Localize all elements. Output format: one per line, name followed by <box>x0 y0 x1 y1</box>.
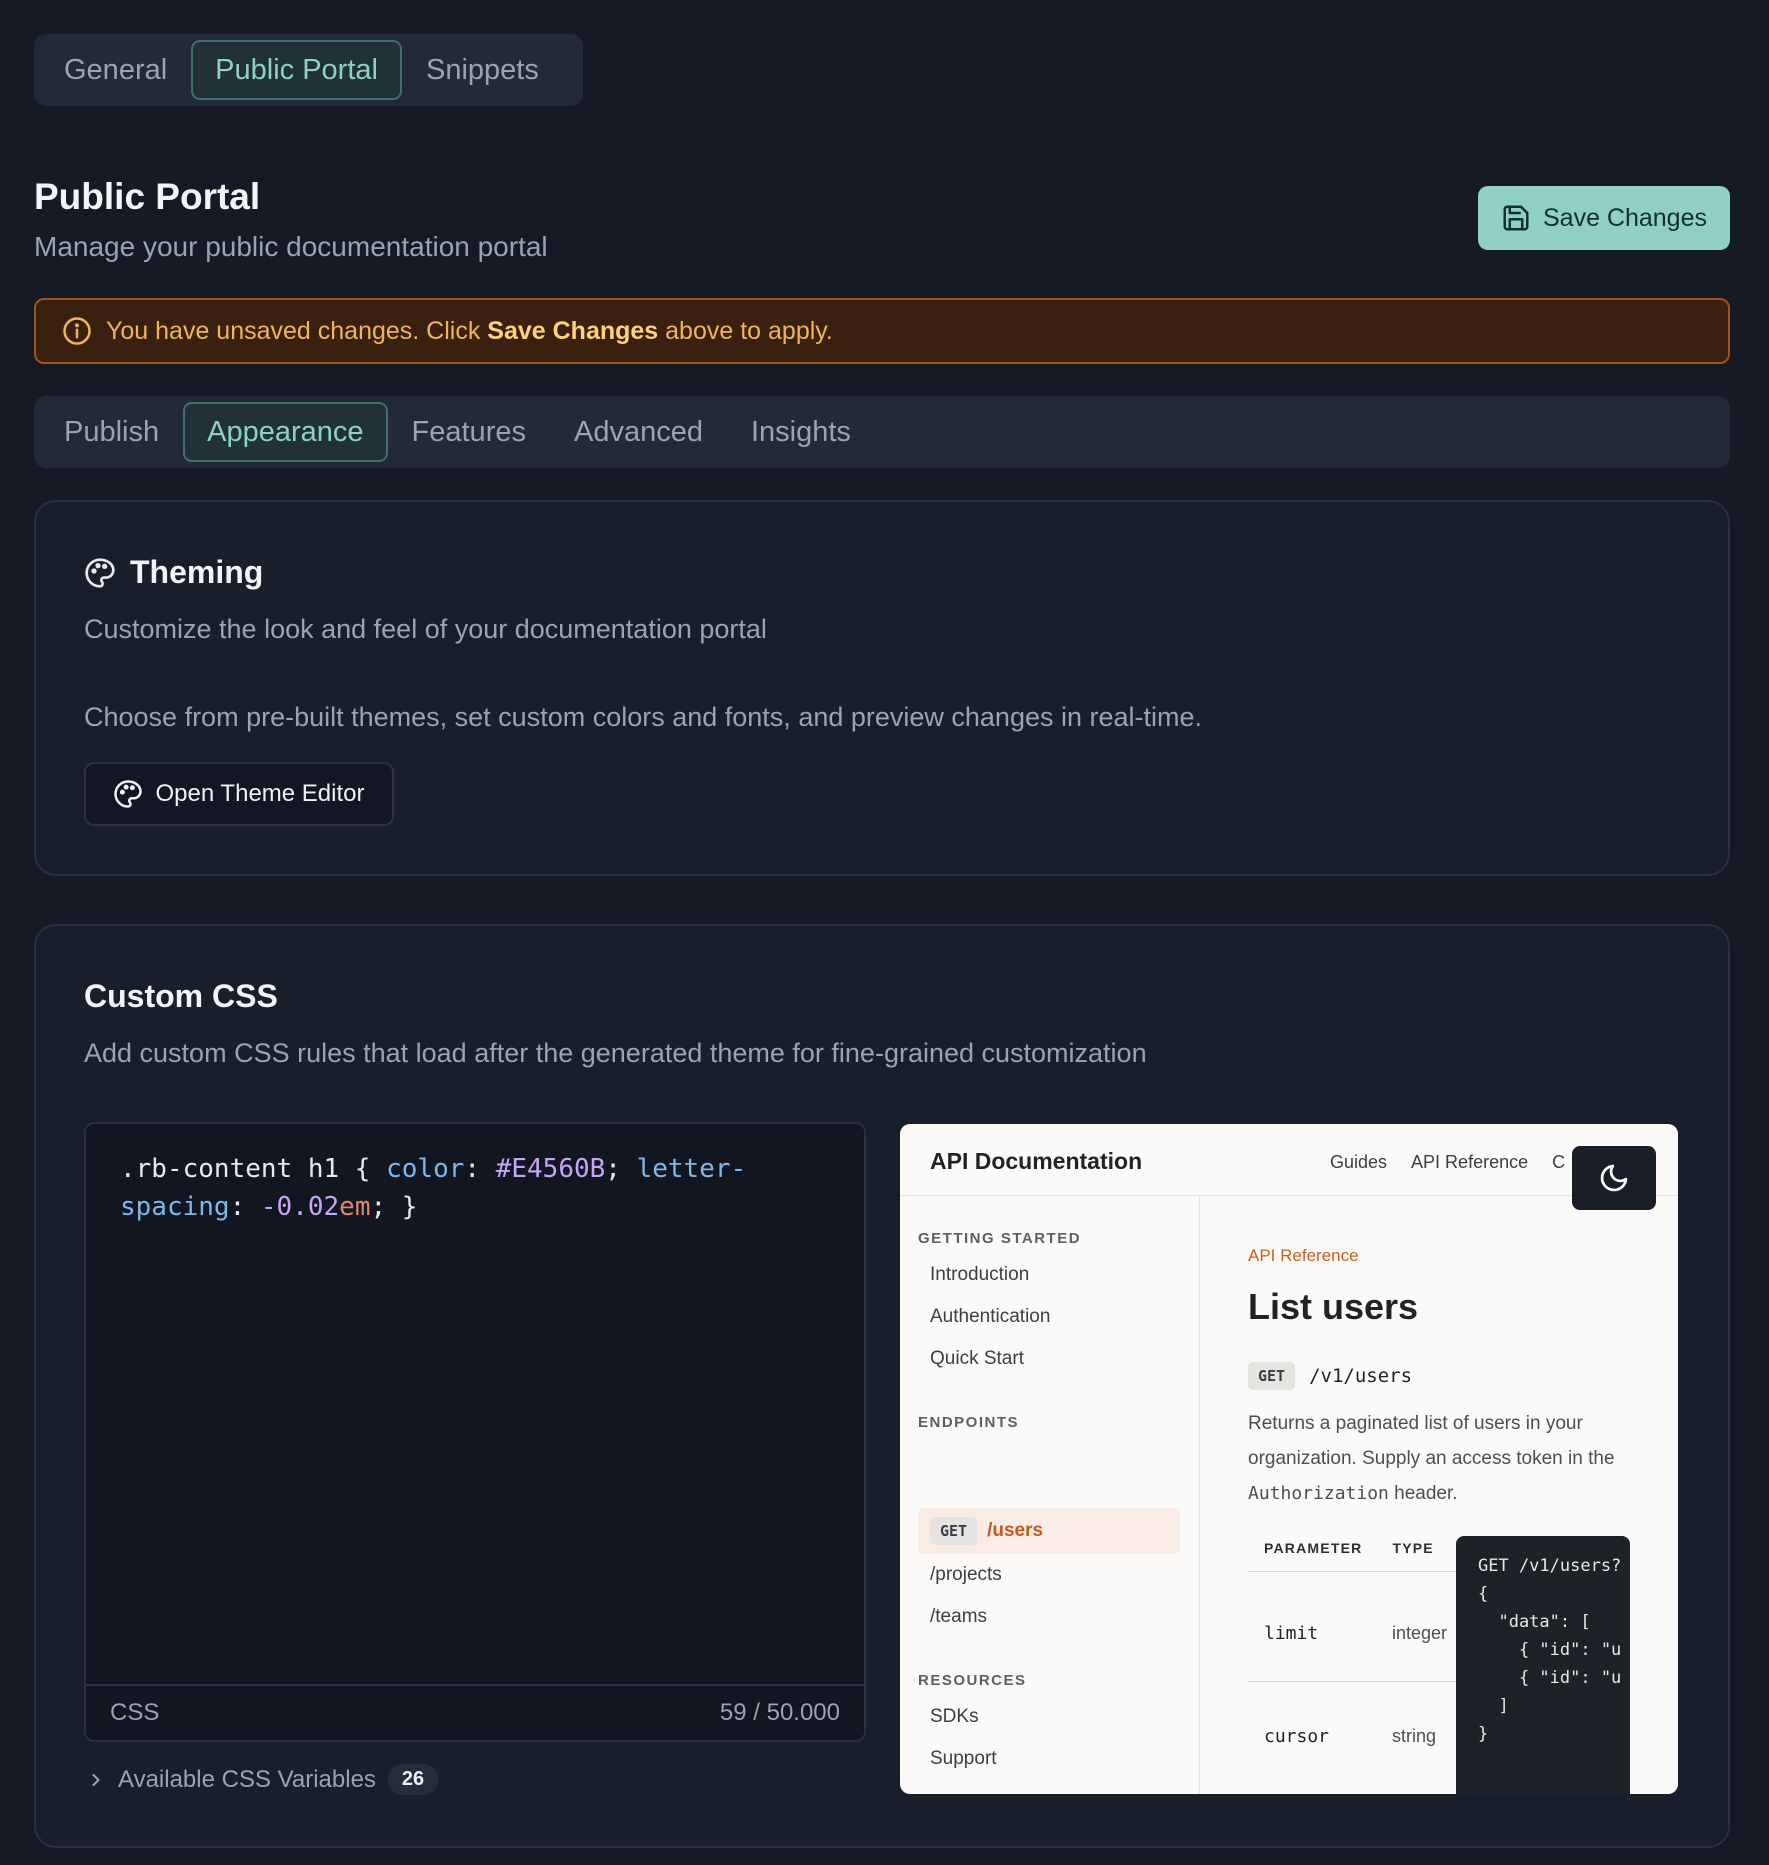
sidebar-item-support[interactable]: Support <box>930 1748 997 1770</box>
tab-snippets[interactable]: Snippets <box>402 40 563 100</box>
preview-brand: API Documentation <box>930 1148 1143 1174</box>
sidebar-item-teams[interactable]: /teams <box>930 1606 987 1628</box>
css-editor[interactable]: .rb-content h1 { color: #E4560B; letter-… <box>84 1122 866 1742</box>
css-code[interactable]: .rb-content h1 { color: #E4560B; letter-… <box>120 1150 810 1226</box>
section-endpoints: ENDPOINTS <box>918 1414 1020 1431</box>
tab-appearance[interactable]: Appearance <box>183 402 388 462</box>
chevron-right-icon <box>92 1773 100 1786</box>
preview-sidebar: GETTING STARTED Introduction Authenticat… <box>900 1196 1200 1794</box>
response-code-block: GET /v1/users?{ "data": [ { "id": "u { "… <box>1456 1536 1630 1794</box>
custom-css-title: Custom CSS <box>84 978 278 1014</box>
sidebar-item-introduction[interactable]: Introduction <box>930 1264 1029 1286</box>
theming-body: Choose from pre-built themes, set custom… <box>84 702 1203 732</box>
tab-publish[interactable]: Publish <box>40 402 183 462</box>
info-icon <box>63 317 91 345</box>
page-subtitle: Manage your public documentation portal <box>34 231 548 262</box>
palette-icon <box>85 557 115 588</box>
section-resources: RESOURCES <box>918 1672 1027 1689</box>
preview-nav-more[interactable]: C <box>1552 1152 1565 1173</box>
settings-tab-bar: Publish Appearance Features Advanced Ins… <box>34 396 1730 468</box>
sidebar-item-sdks[interactable]: SDKs <box>930 1706 979 1728</box>
tab-features[interactable]: Features <box>388 402 550 462</box>
editor-footer: CSS 59 / 50.000 <box>86 1684 864 1740</box>
preview-nav-api-reference[interactable]: API Reference <box>1411 1152 1528 1173</box>
preview-nav-guides[interactable]: Guides <box>1330 1152 1387 1173</box>
banner-text: You have unsaved changes. Click Save Cha… <box>106 316 833 345</box>
sidebar-item-projects[interactable]: /projects <box>930 1564 1002 1586</box>
char-count: 59 / 50.000 <box>719 1699 840 1726</box>
theming-title: Theming <box>84 554 263 591</box>
preview-nav: Guides API Reference C <box>1330 1152 1565 1173</box>
save-changes-label: Save Changes <box>1542 203 1707 232</box>
moon-icon <box>1600 1164 1628 1192</box>
css-variables-toggle[interactable]: Available CSS Variables 26 <box>86 1764 439 1795</box>
custom-css-description: Add custom CSS rules that load after the… <box>84 1038 1147 1068</box>
tab-general[interactable]: General <box>40 40 191 100</box>
css-variables-count: 26 <box>387 1764 439 1795</box>
language-label: CSS <box>110 1699 160 1726</box>
section-getting-started: GETTING STARTED <box>918 1230 1082 1247</box>
preview-breadcrumb[interactable]: API Reference <box>1248 1246 1359 1266</box>
sidebar-item-quick-start[interactable]: Quick Start <box>930 1348 1024 1370</box>
top-tab-bar: General Public Portal Snippets <box>34 34 583 106</box>
tab-public-portal[interactable]: Public Portal <box>191 40 402 100</box>
save-icon <box>1503 205 1529 231</box>
portal-preview: API Documentation Guides API Reference C… <box>900 1124 1678 1794</box>
tab-insights[interactable]: Insights <box>727 402 875 462</box>
open-theme-editor-button[interactable]: Open Theme Editor <box>84 762 394 826</box>
sidebar-item-authentication[interactable]: Authentication <box>930 1306 1050 1328</box>
method-badge: GET <box>930 1517 978 1545</box>
preview-heading: List users <box>1248 1286 1419 1327</box>
css-variables-label: Available CSS Variables <box>118 1765 376 1793</box>
theming-description: Customize the look and feel of your docu… <box>84 614 767 644</box>
endpoint-path: /v1/users <box>1309 1365 1413 1387</box>
save-changes-button[interactable]: Save Changes <box>1478 186 1730 250</box>
method-badge: GET <box>1248 1362 1296 1390</box>
unsaved-changes-banner: You have unsaved changes. Click Save Cha… <box>34 298 1730 364</box>
palette-icon <box>114 780 143 808</box>
endpoint-signature: GET /v1/users <box>1248 1362 1412 1390</box>
sidebar-item-users[interactable]: GET /users <box>918 1508 1180 1554</box>
page-title: Public Portal <box>34 176 261 217</box>
endpoint-description: Returns a paginated list of users in you… <box>1248 1413 1615 1504</box>
tab-advanced[interactable]: Advanced <box>550 402 727 462</box>
